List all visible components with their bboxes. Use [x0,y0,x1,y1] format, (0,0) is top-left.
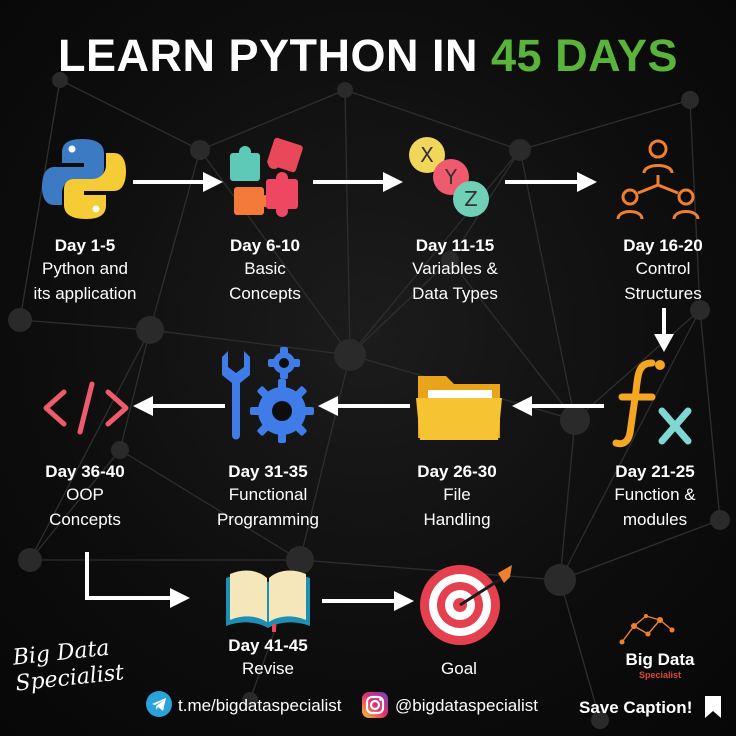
network-logo-icon [619,614,675,645]
step-label-7: Day 31-35 Functional Programming [183,462,353,532]
step-desc: Goal [441,659,477,678]
step-label-8: Day 36-40 OOP Concepts [0,462,170,532]
open-book-icon [226,570,310,632]
save-caption-text: Save Caption! [579,698,693,717]
telegram-icon [146,691,172,717]
arrow-8-9 [85,552,190,608]
wrench-gears-icon [222,347,314,443]
step-day: Day 16-20 [623,236,703,255]
step-label-5: Day 21-25 Function & modules [570,462,736,532]
step-desc: Control Structures [624,259,702,303]
step-day: Day 41-45 [228,636,308,655]
step-desc: Revise [242,659,294,678]
svg-text:Y: Y [444,165,458,189]
infographic: LEARN PYTHON IN 45 DAYS X Y Z Day 1-5 Py… [0,0,736,736]
step-label-3: Day 11-15 Variables & Data Types [370,236,540,306]
page-title: LEARN PYTHON IN 45 DAYS [0,30,736,82]
target-icon [420,565,512,645]
bookmark-icon[interactable] [703,694,723,720]
step-day: Day 36-40 [45,462,125,481]
step-desc: OOP Concepts [49,485,121,529]
step-day: Day 21-25 [615,462,695,481]
step-desc: File Handling [423,485,491,529]
logo-name: Big Data [625,650,695,669]
svg-text:Z: Z [464,187,478,211]
svg-text:X: X [420,143,434,167]
xyz-variables-icon: X Y Z [409,137,489,217]
step-desc: Variables & Data Types [412,259,498,303]
step-desc: Basic Concepts [229,259,301,303]
step-label-10: Goal [374,656,544,681]
arrow-3-4 [505,172,597,192]
step-day: Day 26-30 [417,462,497,481]
code-brackets-icon [43,381,129,435]
step-label-9: Day 41-45 Revise [183,636,353,681]
puzzle-icon [230,137,303,217]
arrow-2-3 [313,172,403,192]
function-fx-icon [612,359,692,448]
title-main: LEARN PYTHON IN [58,30,492,81]
arrow-6-7 [318,396,410,416]
step-label-1: Day 1-5 Python and its application [0,236,170,306]
folder-icon [416,376,502,440]
instagram-handle[interactable]: @bigdataspecialist [395,696,538,716]
step-day: Day 1-5 [54,236,116,255]
step-label-2: Day 6-10 Basic Concepts [180,236,350,306]
step-desc: Python and its application [33,259,137,303]
instagram-icon [362,692,388,718]
telegram-link[interactable]: t.me/bigdataspecialist [178,696,341,716]
step-day: Day 11-15 [415,236,495,255]
step-day: Day 31-35 [228,462,308,481]
step-desc: Functional Programming [216,485,320,529]
step-day: Day 6-10 [230,236,300,255]
python-logo-icon [42,139,126,219]
arrow-5-6 [512,396,604,416]
step-label-6: Day 26-30 File Handling [372,462,542,532]
step-label-4: Day 16-20 Control Structures [578,236,736,306]
logo-subtitle: Specialist [638,670,682,680]
step-desc: Function & modules [614,485,696,529]
arrow-1-2 [133,172,223,192]
arrow-4-5 [654,308,674,352]
hierarchy-people-icon [616,139,700,220]
title-accent: 45 DAYS [491,30,678,81]
arrow-9-10 [322,591,414,611]
arrow-7-8 [133,396,225,416]
